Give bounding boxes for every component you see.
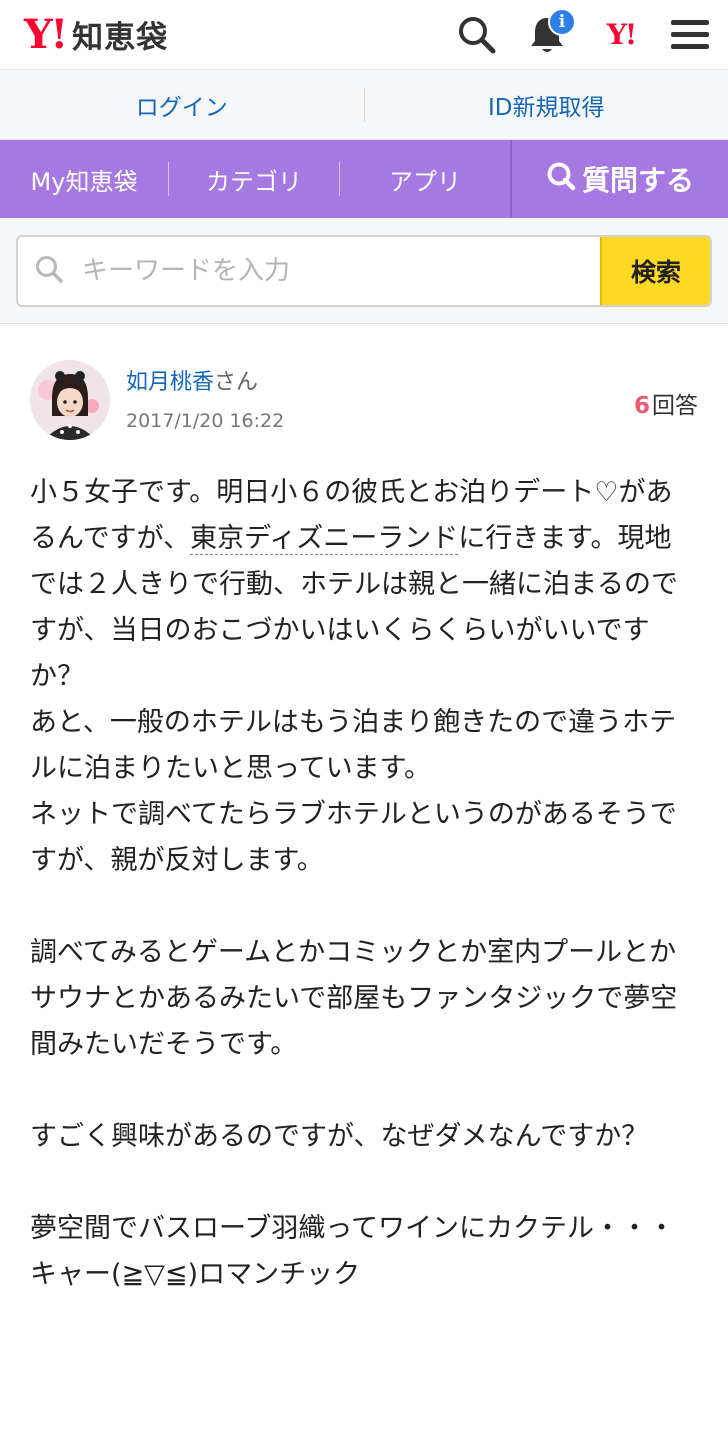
question-header: 如月桃香さん 2017/1/20 16:22 6回答 (30, 360, 698, 440)
search-icon[interactable] (454, 12, 500, 58)
bell-icon[interactable]: i (524, 7, 576, 58)
search-input[interactable] (82, 256, 562, 286)
user-line: 如月桃香さん (126, 364, 284, 396)
notification-badge: i (548, 7, 576, 36)
yj-logo-icon[interactable]: Y! (596, 12, 646, 58)
search-field-icon (34, 254, 64, 288)
question-body: 小５女子です。明日小６の彼氏とお泊りデート♡があるんですが、東京ディズニーランド… (30, 470, 698, 1298)
username-link[interactable]: 如月桃香 (126, 370, 214, 395)
site-header: Y! 知恵袋 i Y! (0, 0, 728, 70)
logo-text: 知恵袋 (72, 20, 169, 56)
nav-app[interactable]: アプリ (340, 140, 510, 218)
answer-count-number: 6 (633, 393, 650, 419)
ask-question-label: 質問する (581, 164, 694, 197)
chiebukuro-logo[interactable]: Y! 知恵袋 (24, 12, 168, 57)
nav-category[interactable]: カテゴリ (169, 140, 339, 218)
question-meta: 如月桃香さん 2017/1/20 16:22 (126, 360, 284, 432)
search-box: 検索 (16, 235, 712, 307)
login-link[interactable]: ログイン (0, 88, 364, 122)
keyword-link[interactable]: 東京ディズニーランド (190, 523, 459, 555)
yahoo-logo-mark: Y! (24, 10, 68, 58)
question-card: 如月桃香さん 2017/1/20 16:22 6回答 小５女子です。明日小６の彼… (0, 324, 728, 1298)
search-field (18, 237, 600, 305)
login-bar: ログイン ID新規取得 (0, 70, 728, 140)
question-text-part2: に行きます。現地では２人きりで行動、ホテルは親と一緒に泊まるのですが、当日のおこ… (30, 523, 678, 1290)
search-area: 検索 (0, 218, 728, 324)
answer-count[interactable]: 6回答 (634, 386, 698, 420)
yj-logo-text: Y! (606, 18, 637, 51)
main-nav: My知恵袋 カテゴリ アプリ 質問する (0, 140, 728, 218)
nav-my-chiebukuro[interactable]: My知恵袋 (0, 140, 168, 218)
register-link[interactable]: ID新規取得 (365, 88, 728, 122)
avatar[interactable] (30, 360, 110, 440)
ask-question-button[interactable]: 質問する (510, 140, 728, 218)
hamburger-menu-icon[interactable] (670, 12, 710, 58)
post-date: 2017/1/20 16:22 (126, 410, 285, 432)
honorific: さん (214, 370, 259, 395)
header-icons: i Y! (454, 7, 710, 58)
search-q-icon (546, 161, 582, 198)
answer-count-label: 回答 (652, 393, 698, 419)
search-button[interactable]: 検索 (600, 237, 710, 305)
